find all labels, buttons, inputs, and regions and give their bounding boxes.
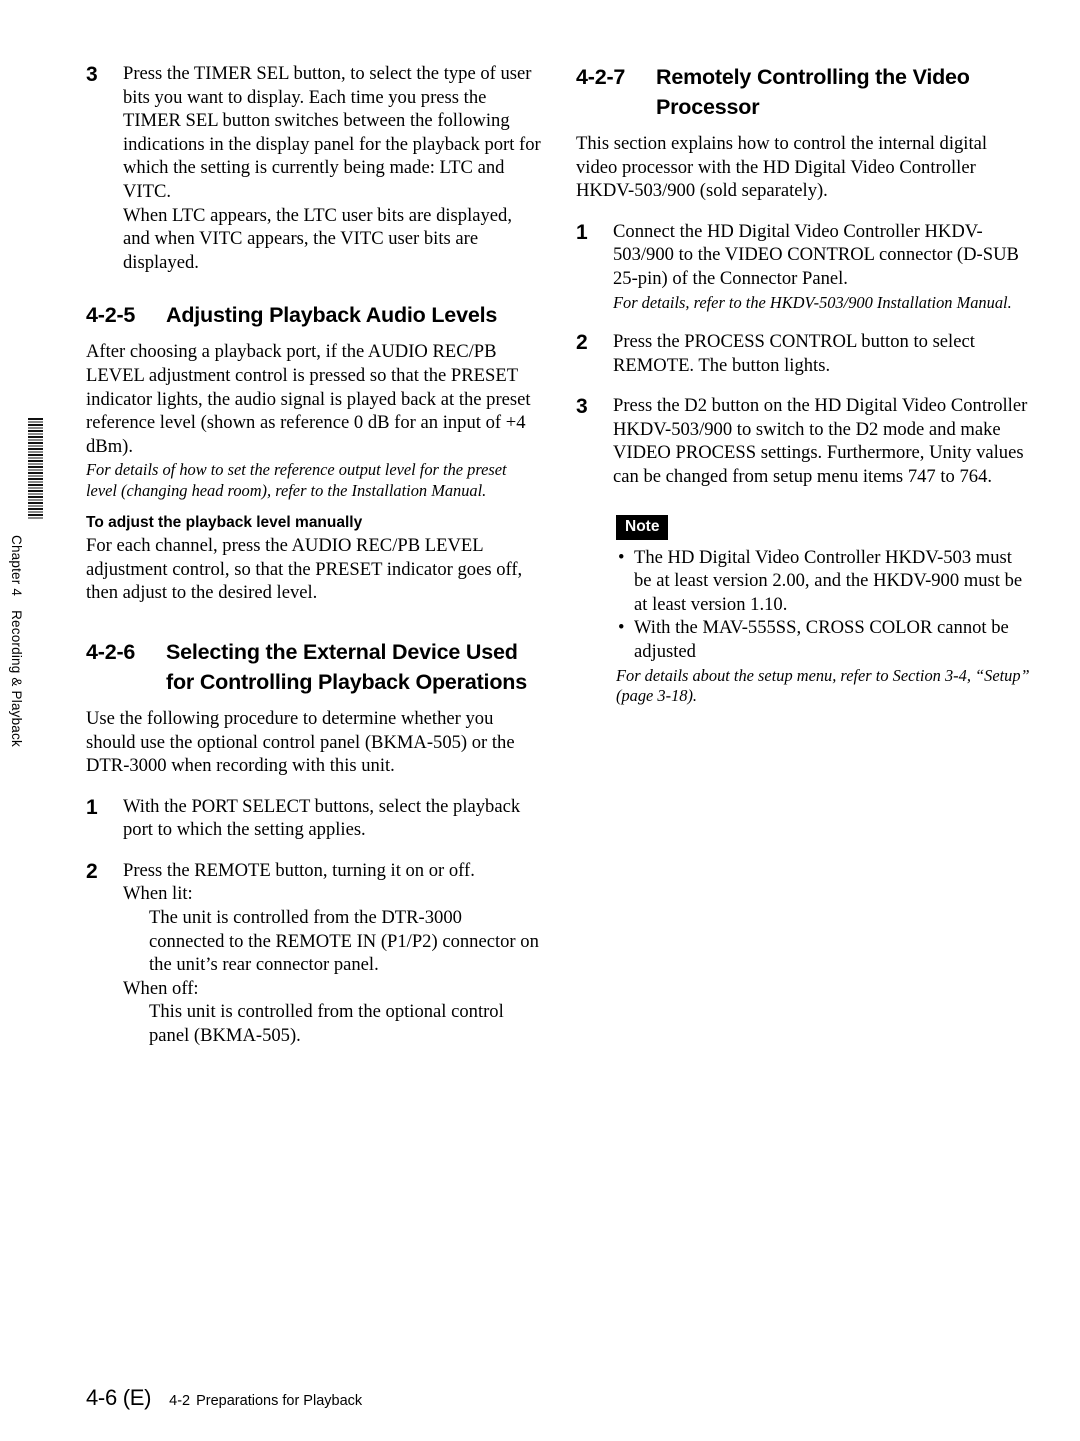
step-italic-note: For details, refer to the HKDV-503/900 I… xyxy=(613,292,1012,312)
chapter-tab-chapter: Chapter 4 xyxy=(9,535,24,597)
section-426-paragraph: Use the following procedure to determine… xyxy=(86,707,515,777)
section-427-paragraph: This section explains how to control the… xyxy=(576,133,988,202)
step-body: Press the REMOTE button, turning it on o… xyxy=(123,859,541,1048)
bullet-icon: • xyxy=(618,546,625,568)
left-column: 3 Press the TIMER SEL button, to select … xyxy=(86,62,541,1048)
note-badge: Note xyxy=(616,514,669,540)
when-lit-body: The unit is controlled from the DTR-3000… xyxy=(149,907,539,976)
heading-number: 4-2-6 xyxy=(86,639,136,664)
step-body: Press the TIMER SEL button, to select th… xyxy=(123,62,541,274)
heading-4-2-5: 4-2-5 Adjusting Playback Audio Levels xyxy=(86,300,541,330)
chapter-tab-title: Recording & Playback xyxy=(9,610,24,747)
section-425-italic-note: For details of how to set the reference … xyxy=(86,460,507,500)
step-1-port-select: 1 With the PORT SELECT buttons, select t… xyxy=(86,795,541,842)
step-text: Press the REMOTE button, turning it on o… xyxy=(123,859,475,881)
footer-page-number: 4-6 (E) xyxy=(86,1385,152,1410)
section-425-sub-paragraph: For each channel, press the AUDIO REC/PB… xyxy=(86,535,523,604)
document-page: Chapter 4 Recording & Playback 3 Press th… xyxy=(0,0,1080,1441)
heading-title: Selecting the External Device Used for C… xyxy=(166,639,527,694)
step-number: 1 xyxy=(86,795,98,819)
note-item-text: With the MAV-555SS, CROSS COLOR cannot b… xyxy=(634,617,1009,662)
step-body: With the PORT SELECT buttons, select the… xyxy=(123,795,521,841)
heading-4-2-6: 4-2-6 Selecting the External Device Used… xyxy=(86,637,541,697)
right-column: 4-2-7 Remotely Controlling the Video Pro… xyxy=(576,62,1031,706)
step-2-remote-button: 2 Press the REMOTE button, turning it on… xyxy=(86,859,541,1048)
step-number: 3 xyxy=(576,395,588,419)
step-text: Press the TIMER SEL button, to select th… xyxy=(123,63,541,202)
step-body: Press the D2 button on the HD Digital Vi… xyxy=(613,395,1028,487)
step-text: Connect the HD Digital Video Controller … xyxy=(613,220,1019,289)
when-lit-label: When lit: xyxy=(123,883,193,905)
chapter-tab-stripes-icon xyxy=(28,418,43,519)
chapter-tab-text: Chapter 4 Recording & Playback xyxy=(9,535,24,747)
step-number: 2 xyxy=(576,330,588,354)
margin-chapter-tab: Chapter 4 Recording & Playback xyxy=(0,410,80,810)
when-off-body: This unit is controlled from the optiona… xyxy=(149,1001,504,1047)
note-italic-reference: For details about the setup menu, refer … xyxy=(616,665,1030,705)
bullet-icon: • xyxy=(618,617,625,639)
step-number: 1 xyxy=(576,220,588,244)
subheading-manual-level: To adjust the playback level manually xyxy=(86,514,363,532)
step-3-d2-button: 3 Press the D2 button on the HD Digital … xyxy=(576,394,1031,488)
heading-4-2-7: 4-2-7 Remotely Controlling the Video Pro… xyxy=(576,62,1031,122)
heading-title: Remotely Controlling the Video Processor xyxy=(656,65,970,119)
step-number: 3 xyxy=(86,63,98,86)
heading-number: 4-2-5 xyxy=(86,303,136,328)
step-number: 2 xyxy=(86,859,98,883)
note-list-item: • With the MAV-555SS, CROSS COLOR cannot… xyxy=(616,616,1031,663)
heading-number: 4-2-7 xyxy=(576,65,626,89)
note-item-text: The HD Digital Video Controller HKDV-503… xyxy=(634,546,1023,615)
note-list: • The HD Digital Video Controller HKDV-5… xyxy=(576,546,1031,664)
section-425-paragraph: After choosing a playback port, if the A… xyxy=(86,341,531,457)
footer-section-number: 4-2 xyxy=(169,1393,191,1409)
step-body: Press the PROCESS CONTROL button to sele… xyxy=(613,330,975,376)
footer-section: 4-2 Preparations for Playback xyxy=(169,1393,362,1409)
when-off-label: When off: xyxy=(123,977,199,999)
footer-section-title: Preparations for Playback xyxy=(196,1393,363,1409)
note-list-item: • The HD Digital Video Controller HKDV-5… xyxy=(616,546,1031,617)
heading-title: Adjusting Playback Audio Levels xyxy=(166,303,498,328)
step-1-connect-controller: 1 Connect the HD Digital Video Controlle… xyxy=(576,220,1031,313)
step-text-secondary: When LTC appears, the LTC user bits are … xyxy=(123,204,512,273)
step-3-timer-sel: 3 Press the TIMER SEL button, to select … xyxy=(86,62,541,274)
step-body: Connect the HD Digital Video Controller … xyxy=(613,220,1031,313)
page-footer: 4-6 (E) 4-2 Preparations for Playback xyxy=(86,1385,362,1411)
step-2-process-control: 2 Press the PROCESS CONTROL button to se… xyxy=(576,330,1031,377)
